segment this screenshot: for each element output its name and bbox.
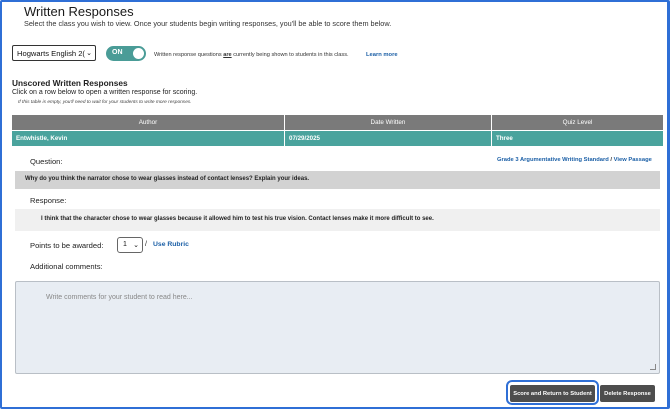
- question-text: Why do you think the narrator chose to w…: [15, 171, 660, 189]
- column-header-level[interactable]: Quiz Level: [492, 115, 663, 130]
- cell-date: 07/29/2025: [285, 131, 492, 146]
- table-row[interactable]: Entwhistle, Kevin 07/29/2025 Three: [12, 131, 663, 146]
- question-label: Question:: [30, 157, 63, 166]
- responses-table: Author Date Written Quiz Level Entwhistl…: [12, 115, 663, 146]
- response-label: Response:: [30, 196, 67, 205]
- page-subtitle: Select the class you wish to view. Once …: [24, 19, 392, 28]
- points-slash: /: [145, 241, 147, 248]
- visibility-toggle[interactable]: ON: [106, 46, 146, 61]
- cell-level: Three: [496, 135, 513, 142]
- visibility-note-end: currently being shown to students in thi…: [231, 52, 349, 58]
- unscored-note: If this table is empty, you'll need to w…: [18, 100, 192, 105]
- cell-author: Entwhistle, Kevin: [12, 131, 285, 146]
- comments-textarea[interactable]: Write comments for your student to read …: [15, 281, 660, 374]
- question-links: Grade 3 Argumentative Writing Standard /…: [497, 157, 652, 163]
- view-passage-link[interactable]: View Passage: [614, 157, 652, 163]
- chevron-down-icon: ⌄: [133, 242, 139, 249]
- column-header-date[interactable]: Date Written: [285, 115, 492, 130]
- delete-response-button[interactable]: Delete Response: [600, 385, 655, 402]
- class-select-value: Hogwarts English 2(: [17, 49, 85, 58]
- resize-grip-icon[interactable]: [650, 364, 656, 370]
- table-header: Author Date Written Quiz Level: [12, 115, 663, 130]
- toggle-label: ON: [112, 49, 123, 56]
- class-select[interactable]: Hogwarts English 2( ⌄: [12, 45, 96, 61]
- column-header-author[interactable]: Author: [12, 115, 285, 130]
- response-text: I think that the character chose to wear…: [15, 209, 660, 231]
- chevron-down-icon: ⌄: [86, 50, 92, 57]
- page-title: Written Responses: [24, 4, 134, 19]
- points-select[interactable]: 1 ⌄: [117, 237, 143, 253]
- comments-placeholder: Write comments for your student to read …: [46, 294, 193, 301]
- comments-label: Additional comments:: [30, 262, 103, 271]
- use-rubric-link[interactable]: Use Rubric: [153, 241, 189, 248]
- toggle-knob: [133, 48, 144, 59]
- unscored-heading: Unscored Written Responses: [12, 78, 128, 88]
- points-select-value: 1: [123, 241, 127, 248]
- unscored-instructions: Click on a row below to open a written r…: [12, 89, 198, 96]
- visibility-note-start: Written response questions: [154, 52, 224, 58]
- visibility-note: Written response questions are currently…: [154, 52, 349, 58]
- score-and-return-button[interactable]: Score and Return to Student: [510, 385, 595, 402]
- standard-link[interactable]: Grade 3 Argumentative Writing Standard: [497, 157, 609, 163]
- learn-more-link[interactable]: Learn more: [366, 52, 398, 58]
- visibility-note-emphasis: are: [223, 52, 232, 58]
- points-label: Points to be awarded:: [30, 241, 104, 250]
